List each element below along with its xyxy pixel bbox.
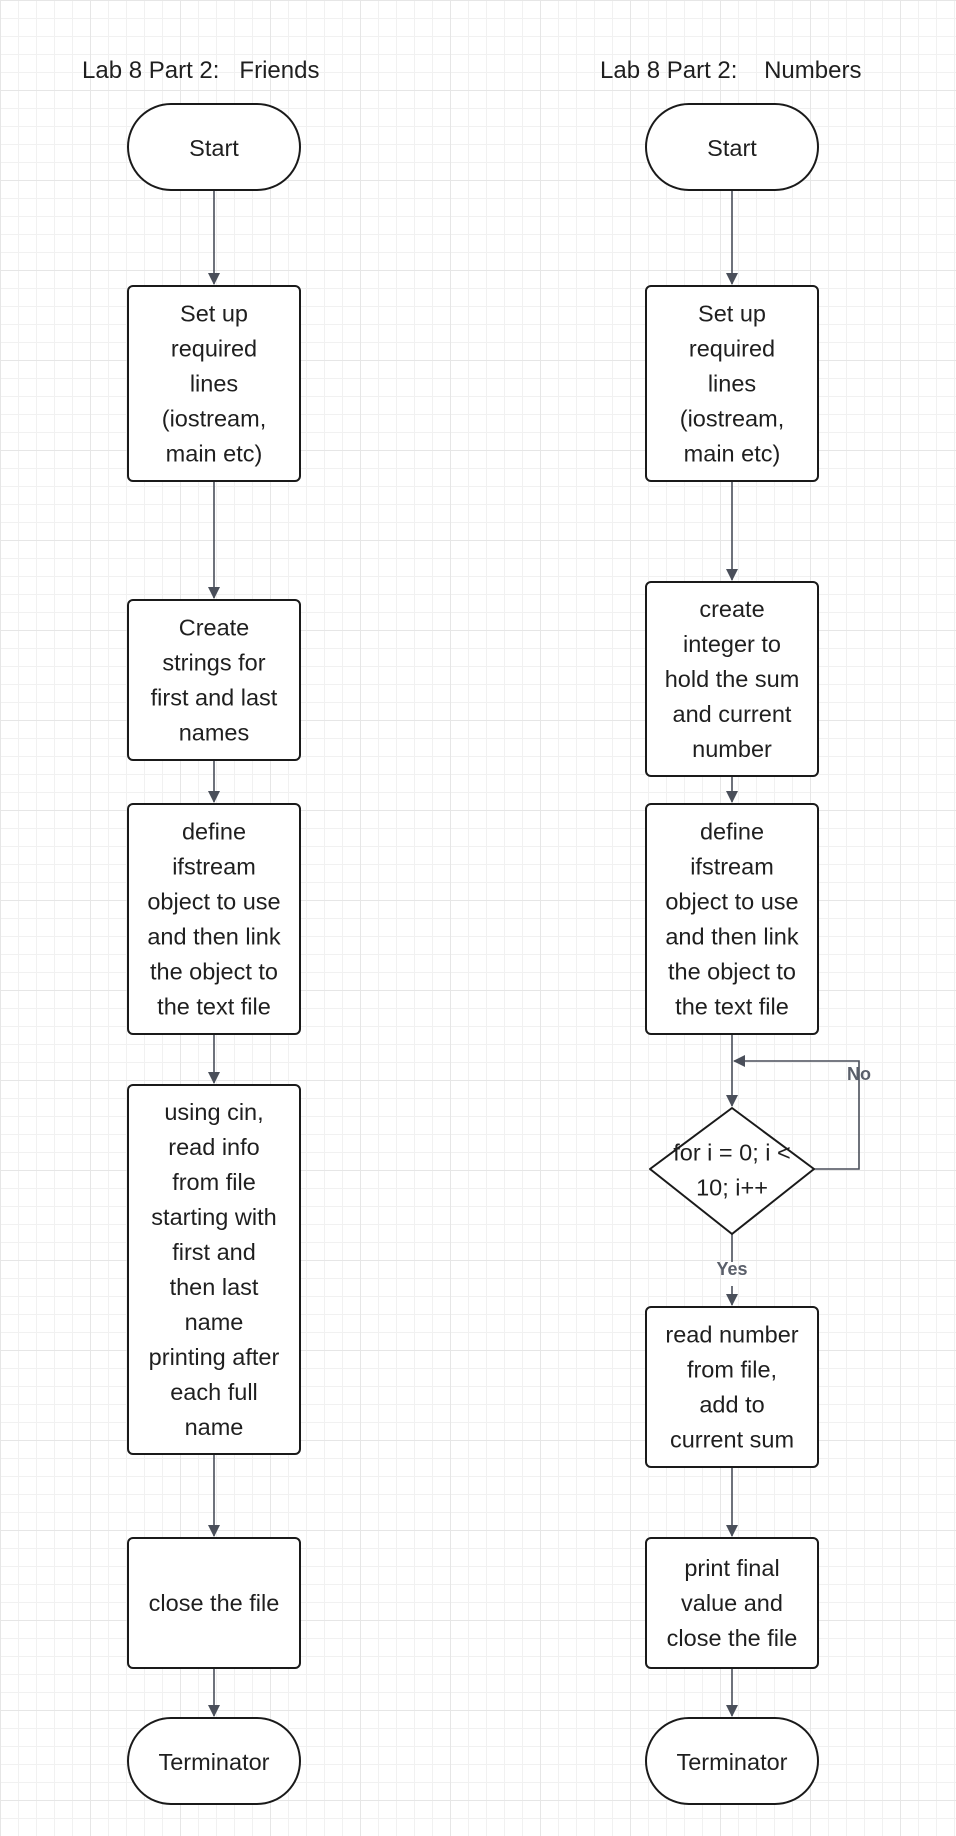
node-text-line: the object to [150, 959, 278, 985]
node-text-line: first and [172, 1239, 256, 1265]
node-text-line: define [700, 819, 764, 845]
node-text-line: then last [170, 1274, 259, 1300]
node-text-line: define [182, 819, 246, 845]
numbers-start-label: Start [707, 135, 757, 161]
numbers-create-integer-node: create integer to hold the sum and current n… [645, 581, 819, 777]
node-text-line: number [692, 736, 772, 762]
numbers-define-ifstream-node: define ifstream object to use and then link… [645, 803, 819, 1035]
node-text-line: and then link [147, 924, 281, 950]
node-text-line: lines [708, 371, 756, 397]
node-text-line: first and last [151, 685, 278, 711]
numbers-end-label: Terminator [676, 1749, 787, 1775]
friends-close-file-node: close the file [127, 1537, 301, 1669]
node-text-line: starting with [151, 1204, 276, 1230]
node-text-line: each full [170, 1379, 258, 1405]
node-text-line: from file, [687, 1357, 777, 1383]
node-text-line: for i = 0; i < [673, 1140, 791, 1166]
node-text-line: add to [699, 1392, 764, 1418]
title-friends: Lab 8 Part 2: Friends [82, 57, 319, 84]
friends-end-node: Terminator [127, 1717, 301, 1805]
node-text-line: 10; i++ [696, 1175, 768, 1201]
title-numbers: Lab 8 Part 2: Numbers [600, 57, 861, 84]
node-text-line: and then link [665, 924, 799, 950]
node-text-line: strings for [162, 650, 265, 676]
diagram-canvas: Lab 8 Part 2: Friends Lab 8 Part 2: Numb… [0, 0, 956, 1836]
friends-create-strings-node: Create strings for first and last names [127, 599, 301, 761]
node-text-line: using cin, [164, 1099, 263, 1125]
numbers-end-node: Terminator [645, 1717, 819, 1805]
numbers-print-close-label: print final value and close the file [667, 1555, 798, 1651]
node-text-line: object to use [665, 889, 798, 915]
node-text-line: current sum [670, 1427, 794, 1453]
node-text-line: object to use [147, 889, 280, 915]
node-text-line: name [185, 1309, 244, 1335]
node-text-line: ifstream [690, 854, 774, 880]
node-text-line: close the file [667, 1625, 798, 1651]
node-text-line: Create [179, 615, 250, 641]
node-text-line: and current [673, 701, 792, 727]
node-text-line: read number [665, 1322, 798, 1348]
friends-define-ifstream-node: define ifstream object to use and then link… [127, 803, 301, 1035]
node-text-line: ifstream [172, 854, 256, 880]
node-text-line: from file [172, 1169, 256, 1195]
node-text-line: main etc) [684, 441, 781, 467]
node-text-line: lines [190, 371, 238, 397]
numbers-start-node: Start [645, 103, 819, 191]
node-text-line: name [185, 1414, 244, 1440]
friends-close-file-label: close the file [149, 1590, 280, 1616]
node-text-line: main etc) [166, 441, 263, 467]
numbers-loop-decision-node: for i = 0; i < 10; i++ [649, 1107, 815, 1235]
node-text-line: read info [168, 1134, 259, 1160]
node-text-line: Set up [180, 301, 248, 327]
flowchart: Lab 8 Part 2: Friends Lab 8 Part 2: Numb… [82, 57, 871, 1805]
node-text-line: required [689, 336, 775, 362]
node-text-line: printing after [149, 1344, 280, 1370]
loop-yes-label: Yes [716, 1259, 747, 1279]
node-text-line: hold the sum [665, 666, 800, 692]
numbers-setup-node: Set up required lines (iostream, main etc) [645, 285, 819, 482]
numbers-print-close-node: print final value and close the file [645, 1537, 819, 1669]
node-text-line: (iostream, [162, 406, 266, 432]
node-text-line: integer to [683, 631, 781, 657]
node-text-line: print final [684, 1555, 779, 1581]
node-text-line: the text file [157, 994, 271, 1020]
node-text-line: create [699, 596, 764, 622]
friends-start-node: Start [127, 103, 301, 191]
node-text-line: the object to [668, 959, 796, 985]
node-text-line: names [179, 720, 250, 746]
friends-setup-node: Set up required lines (iostream, main etc) [127, 285, 301, 482]
loop-no-label: No [847, 1064, 871, 1084]
friends-end-label: Terminator [158, 1749, 269, 1775]
node-text-line: (iostream, [680, 406, 784, 432]
friends-read-info-node: using cin, read info from file starting wit… [127, 1084, 301, 1455]
node-text-line: value and [681, 1590, 783, 1616]
friends-start-label: Start [189, 135, 239, 161]
numbers-read-number-node: read number from file, add to current sum [645, 1306, 819, 1468]
node-text-line: required [171, 336, 257, 362]
node-text-line: the text file [675, 994, 789, 1020]
node-text-line: close the file [149, 1590, 280, 1616]
node-text-line: Set up [698, 301, 766, 327]
